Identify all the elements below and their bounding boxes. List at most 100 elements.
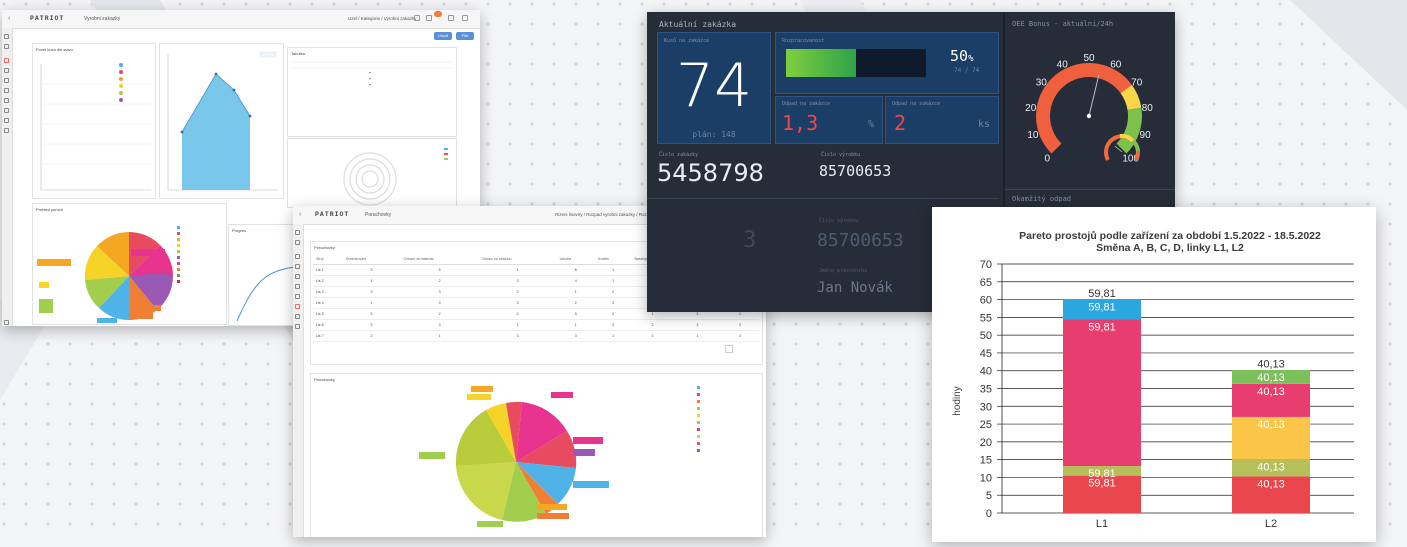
progress-curve	[236, 266, 296, 322]
pie-panel: Poruchovky	[310, 373, 763, 537]
nav-list-icon[interactable]	[295, 240, 300, 245]
nav-machine-icon[interactable]	[295, 274, 300, 279]
notification-badge	[434, 11, 442, 17]
table-cell: 3	[478, 330, 557, 342]
gauge-tick-label: 60	[1110, 59, 1122, 70]
table-panel: Tabulka	[287, 47, 457, 137]
nav-report-icon[interactable]	[295, 304, 300, 309]
instant-waste-title: Okamžitý odpad	[1012, 195, 1072, 203]
progress-tile: Rozpracovanost 50% 74 / 74	[775, 32, 999, 94]
y-tick-label: 0	[986, 508, 992, 520]
gauge-tick-label: 0	[1044, 154, 1050, 165]
column-header[interactable]: Udrzba	[556, 254, 595, 265]
table-cell: 1	[673, 330, 722, 342]
gauge-tick-label: 90	[1140, 130, 1152, 141]
nav-tool-icon[interactable]	[295, 284, 300, 289]
area-chart	[167, 51, 278, 191]
nav-home-icon[interactable]	[4, 34, 9, 39]
gauge-tick-label: 20	[1025, 103, 1037, 114]
table-cell: 2	[594, 308, 632, 320]
y-tick-label: 40	[980, 366, 992, 378]
column-header[interactable]: Seserizovani	[342, 254, 401, 265]
y-tick-label: 55	[980, 312, 992, 324]
table-cell: 1	[556, 319, 595, 331]
table-cell: 3	[400, 319, 479, 331]
nav-home-icon[interactable]	[295, 230, 300, 235]
user-icon[interactable]	[448, 15, 454, 21]
table-cell: 3	[478, 297, 557, 309]
sidebar	[2, 28, 13, 326]
y-tick-label: 25	[980, 419, 992, 431]
table-cell: 2	[342, 330, 401, 342]
reject-pct-tile: Odpad na zakázce 1,3 %	[775, 96, 883, 144]
pieces-value: 74	[675, 51, 753, 121]
item-no-label-2: Číslo výrobku	[819, 218, 859, 224]
nav-people-icon[interactable]	[295, 294, 300, 299]
table-cell: 1	[594, 275, 632, 287]
status-chart-panel: Pocet kusu dle stavu	[32, 43, 156, 199]
table-row[interactable]: Lis 633113233	[313, 319, 759, 331]
column-header[interactable]: Kvalita	[594, 254, 632, 265]
nav-folder-icon[interactable]	[295, 314, 300, 319]
order-no-value-partial: 3	[743, 228, 757, 253]
save-button[interactable]: Ulozit	[434, 32, 452, 40]
settings-icon[interactable]	[462, 15, 468, 21]
pareto-chart-card: Pareto prostojů podle zařízení za období…	[932, 207, 1376, 542]
back-icon[interactable]: ‹	[8, 15, 10, 22]
reject-count-value: 2	[894, 111, 907, 135]
nav-folder-icon[interactable]	[4, 118, 9, 123]
table-lines	[291, 61, 452, 86]
nav-machine-icon[interactable]	[4, 78, 9, 83]
nav-dashboard-icon[interactable]	[295, 254, 300, 259]
breadcrumb[interactable]: Uzel / Kategorie / Vyrobni zakazky	[348, 16, 416, 21]
table-cell: Lis 4	[313, 297, 343, 309]
oee-title: OEE Bonus - aktuální/24h	[1012, 20, 1114, 28]
table-row[interactable]: Lis 721331213	[313, 330, 759, 342]
back-icon[interactable]: ‹	[299, 211, 301, 218]
table-cell: 3	[556, 330, 595, 342]
y-tick-label: 70	[980, 259, 992, 271]
segment-label: 40,13	[1257, 386, 1285, 398]
operator-label: Jméno pracovníka	[819, 268, 868, 274]
nav-chart-icon[interactable]	[295, 264, 300, 269]
nav-warning-icon[interactable]	[4, 128, 9, 133]
nav-report-icon[interactable]	[4, 108, 9, 113]
item-no-value-2: 85700653	[817, 230, 904, 251]
oee-gauge: 0102030405060708090100	[1025, 53, 1154, 165]
divider	[1005, 189, 1175, 190]
y-tick-label: 30	[980, 401, 992, 413]
nav-warning-icon[interactable]	[295, 324, 300, 329]
screen-icon[interactable]	[414, 15, 420, 21]
segment-label: 59,81	[1088, 321, 1116, 333]
column-header[interactable]: Cekani na material	[400, 254, 479, 265]
reject-count-unit: ks	[977, 119, 990, 130]
app-logo: PATRIOT	[315, 211, 350, 218]
segment-label: 59,81	[1088, 302, 1116, 314]
table-cell: 2	[478, 286, 557, 298]
gauge-tick-label: 80	[1142, 103, 1154, 114]
table-cell: 2	[556, 297, 595, 309]
table-cell: 6	[556, 264, 595, 276]
table-cell: Lis 6	[313, 319, 343, 331]
pie-panel: Prehled poruch	[32, 203, 227, 325]
table-cell: 3	[342, 264, 401, 276]
pagination-button[interactable]	[725, 345, 733, 353]
pieces-label: Kusů na zakázce	[664, 38, 710, 44]
pieces-tile: Kusů na zakázce 74 plán: 148	[657, 32, 771, 144]
column-header[interactable]: Stroj	[313, 254, 343, 265]
total-label: 59,81	[1088, 288, 1116, 300]
operator-value: Jan Novák	[817, 280, 893, 296]
nav-collapse-icon[interactable]	[4, 320, 9, 325]
total-label: 40,13	[1257, 358, 1285, 370]
nav-list-icon[interactable]	[4, 44, 9, 49]
status-chart	[40, 63, 151, 191]
nav-people-icon[interactable]	[4, 98, 9, 103]
nav-tool-icon[interactable]	[4, 88, 9, 93]
bell-icon[interactable]	[426, 15, 432, 21]
filter-button[interactable]: Filtr	[456, 32, 474, 40]
table-cell: 5	[556, 308, 595, 320]
segment-label: 40,13	[1257, 478, 1285, 490]
nav-dashboard-icon[interactable]	[4, 58, 9, 63]
column-header[interactable]: Cekani na obsluhu	[478, 254, 557, 265]
nav-chart-icon[interactable]	[4, 68, 9, 73]
